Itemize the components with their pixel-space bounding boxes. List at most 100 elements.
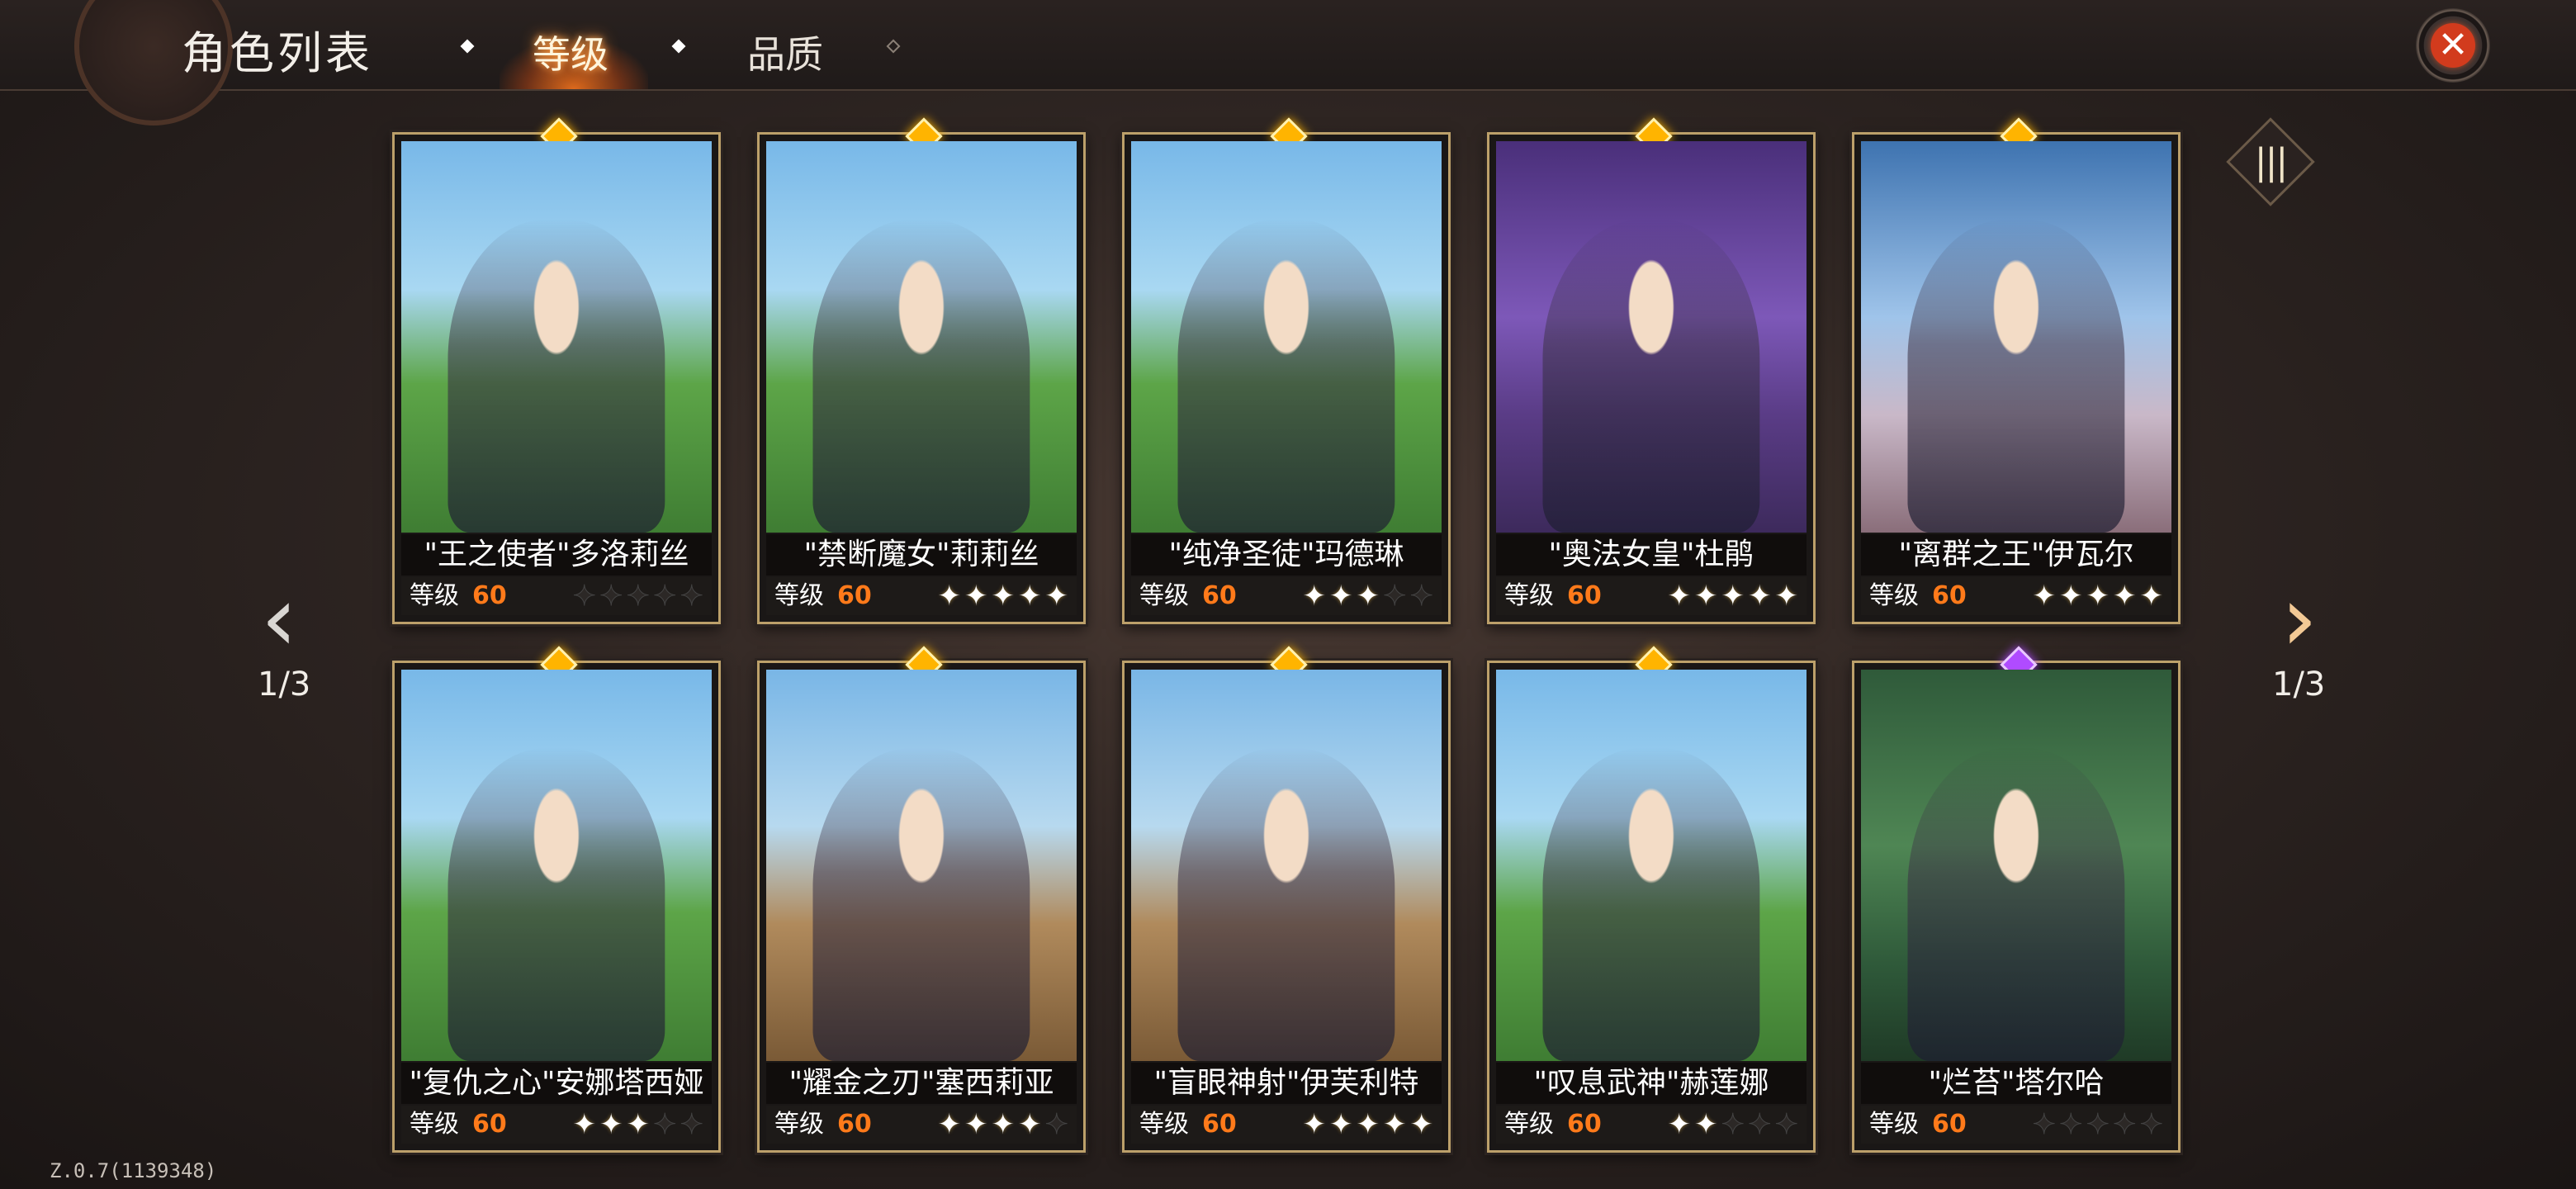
star-icon: ✦ bbox=[599, 580, 623, 613]
star-icon: ✦ bbox=[1329, 1108, 1353, 1141]
level-value: 60 bbox=[1202, 1110, 1237, 1139]
star-icon: ✦ bbox=[937, 1108, 962, 1141]
star-rating: ✦ ✦ ✦ ✦ ✦ bbox=[2032, 1106, 2163, 1144]
character-name: "烂苔"塔尔哈 bbox=[1861, 1063, 2171, 1104]
version-label: Z.0.7(1139348) bbox=[50, 1159, 217, 1182]
character-name: "禁断魔女"莉莉丝 bbox=[766, 534, 1077, 576]
star-icon: ✦ bbox=[1748, 1108, 1772, 1142]
character-info-bar: 等级 60 ✦ ✦ ✦ ✦ ✦ bbox=[1496, 1106, 1807, 1144]
level-value: 60 bbox=[1567, 1110, 1602, 1139]
character-figure bbox=[1907, 219, 2125, 533]
page-title: 角色列表 bbox=[182, 27, 373, 79]
page-indicator-left: 1/3 bbox=[258, 666, 311, 703]
character-card[interactable]: "烂苔"塔尔哈 等级 60 ✦ ✦ ✦ ✦ ✦ bbox=[1852, 646, 2181, 1153]
level-label: 等级 bbox=[1504, 1110, 1554, 1139]
character-figure bbox=[1177, 219, 1395, 533]
star-icon: ✦ bbox=[1694, 580, 1718, 613]
star-icon: ✦ bbox=[1302, 580, 1327, 613]
star-icon: ✦ bbox=[1302, 1108, 1327, 1141]
character-portrait bbox=[1131, 141, 1442, 533]
star-icon: ✦ bbox=[1018, 580, 1042, 613]
character-info-bar: 等级 60 ✦ ✦ ✦ ✦ ✦ bbox=[401, 577, 712, 615]
star-rating: ✦ ✦ ✦ ✦ ✦ bbox=[1303, 1106, 1434, 1144]
tab-separator-icon bbox=[671, 39, 686, 54]
character-figure bbox=[447, 219, 665, 533]
character-card[interactable]: "纯净圣徒"玛德琳 等级 60 ✦ ✦ ✦ ✦ ✦ bbox=[1122, 117, 1451, 624]
character-info-bar: 等级 60 ✦ ✦ ✦ ✦ ✦ bbox=[1861, 577, 2171, 615]
top-bar: 角色列表 等级 品质 ✕ bbox=[0, 0, 2576, 126]
character-info-bar: 等级 60 ✦ ✦ ✦ ✦ ✦ bbox=[766, 577, 1077, 615]
star-icon: ✦ bbox=[680, 580, 703, 613]
star-icon: ✦ bbox=[1044, 1108, 1068, 1142]
level-value: 60 bbox=[837, 1110, 872, 1139]
character-figure bbox=[447, 747, 665, 1061]
level-label: 等级 bbox=[410, 581, 459, 610]
character-name: "纯净圣徒"玛德琳 bbox=[1131, 534, 1442, 576]
star-rating: ✦ ✦ ✦ ✦ ✦ bbox=[2033, 577, 2164, 615]
level-label: 等级 bbox=[1869, 581, 1919, 610]
character-info-bar: 等级 60 ✦ ✦ ✦ ✦ ✦ bbox=[401, 1106, 712, 1144]
tab-level[interactable]: 等级 bbox=[533, 25, 608, 79]
chevron-right-icon: › bbox=[2281, 566, 2318, 671]
star-icon: ✦ bbox=[680, 1108, 703, 1142]
star-icon: ✦ bbox=[572, 580, 596, 613]
star-icon: ✦ bbox=[937, 580, 962, 613]
character-card[interactable]: "叹息武神"赫莲娜等级 60 ✦ ✦ ✦ ✦ ✦ bbox=[1487, 646, 1816, 1153]
level-value: 60 bbox=[472, 1110, 507, 1139]
star-icon: ✦ bbox=[1774, 1108, 1798, 1142]
level-value: 60 bbox=[1202, 581, 1237, 610]
character-name: "盲眼神射"伊芙利特 bbox=[1131, 1063, 1442, 1104]
character-figure bbox=[1177, 747, 1395, 1061]
star-icon: ✦ bbox=[1748, 580, 1772, 613]
character-portrait bbox=[766, 670, 1077, 1061]
star-icon: ✦ bbox=[626, 1108, 651, 1141]
star-icon: ✦ bbox=[1409, 1108, 1434, 1141]
character-card[interactable]: "耀金之刃"塞西莉亚 等级 60 ✦ ✦ ✦ ✦ ✦ bbox=[757, 646, 1086, 1153]
character-name: "王之使者"多洛莉丝 bbox=[401, 534, 712, 576]
character-name: "复仇之心"安娜塔西娅 bbox=[401, 1063, 712, 1104]
character-portrait bbox=[401, 670, 712, 1061]
close-icon: ✕ bbox=[2431, 23, 2475, 68]
level-value: 60 bbox=[837, 581, 872, 610]
character-card[interactable]: "盲眼神射"伊芙利特等级 60 ✦ ✦ ✦ ✦ ✦ bbox=[1122, 646, 1451, 1153]
level-label: 等级 bbox=[1139, 1110, 1189, 1139]
star-icon: ✦ bbox=[572, 1108, 597, 1141]
character-name: "离群之王"伊瓦尔 bbox=[1861, 534, 2171, 576]
star-icon: ✦ bbox=[1667, 1108, 1692, 1141]
character-card[interactable]: "禁断魔女"莉莉丝 等级 60 ✦ ✦ ✦ ✦ ✦ bbox=[757, 117, 1086, 624]
star-rating: ✦ ✦ ✦ ✦ ✦ bbox=[1303, 577, 1434, 615]
character-figure bbox=[1907, 747, 2125, 1061]
tab-quality[interactable]: 品质 bbox=[747, 25, 823, 79]
character-name: "奥法女皇"杜鹃 bbox=[1496, 534, 1807, 576]
character-portrait bbox=[1861, 141, 2171, 533]
star-icon: ✦ bbox=[653, 580, 677, 613]
character-card[interactable]: "离群之王"伊瓦尔 等级 60 ✦ ✦ ✦ ✦ ✦ bbox=[1852, 117, 2181, 624]
level-label: 等级 bbox=[774, 581, 824, 610]
character-figure bbox=[812, 219, 1030, 533]
star-icon: ✦ bbox=[2139, 580, 2164, 613]
character-card[interactable]: "王之使者"多洛莉丝 等级 60 ✦ ✦ ✦ ✦ ✦ bbox=[392, 117, 721, 624]
character-info-bar: 等级 60 ✦ ✦ ✦ ✦ ✦ bbox=[1131, 577, 1442, 615]
character-name: "耀金之刃"塞西莉亚 bbox=[766, 1063, 1077, 1104]
level-label: 等级 bbox=[1139, 581, 1189, 610]
star-icon: ✦ bbox=[2086, 1108, 2110, 1142]
character-card[interactable]: "奥法女皇"杜鹃 等级 60 ✦ ✦ ✦ ✦ ✦ bbox=[1487, 117, 1816, 624]
tab-separator-icon bbox=[886, 39, 901, 54]
star-icon: ✦ bbox=[964, 580, 988, 613]
prev-page-button[interactable]: ‹ bbox=[234, 573, 324, 664]
character-name: "叹息武神"赫莲娜 bbox=[1496, 1063, 1807, 1104]
character-portrait bbox=[1861, 670, 2171, 1061]
level-label: 等级 bbox=[410, 1110, 459, 1139]
character-card[interactable]: "复仇之心"安娜塔西娅 等级 60 ✦ ✦ ✦ ✦ ✦ bbox=[392, 646, 721, 1153]
level-label: 等级 bbox=[774, 1110, 824, 1139]
next-page-button[interactable]: › bbox=[2254, 573, 2345, 664]
star-icon: ✦ bbox=[2059, 580, 2083, 613]
star-icon: ✦ bbox=[1409, 580, 1433, 613]
star-icon: ✦ bbox=[1667, 580, 1692, 613]
close-button[interactable]: ✕ bbox=[2416, 8, 2490, 83]
star-icon: ✦ bbox=[626, 580, 650, 613]
view-toggle-button[interactable]: ||| bbox=[2226, 117, 2315, 206]
star-icon: ✦ bbox=[1774, 580, 1799, 613]
bars-icon: ||| bbox=[2254, 140, 2287, 183]
star-rating: ✦ ✦ ✦ ✦ ✦ bbox=[1668, 1106, 1799, 1144]
